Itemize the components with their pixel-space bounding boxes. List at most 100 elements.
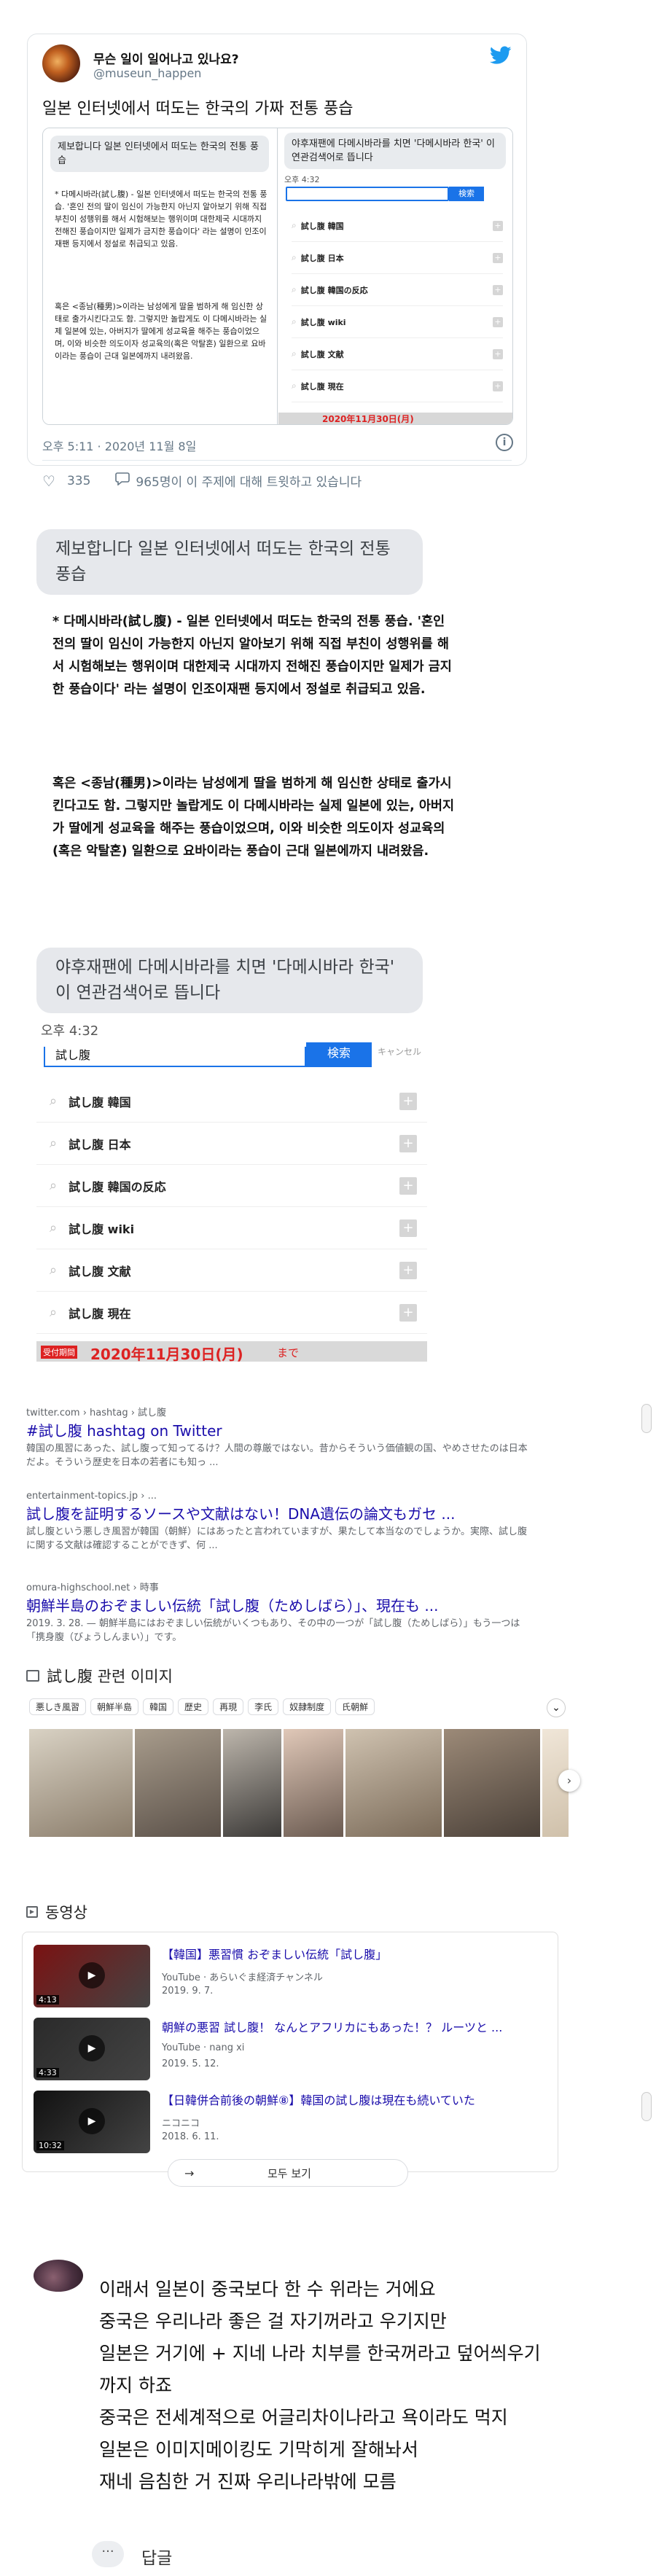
image-strip[interactable]	[29, 1729, 569, 1837]
image-chip[interactable]: 氏朝鮮	[335, 1698, 375, 1715]
talking-count[interactable]: 965명이 이 주제에 대해 트윗하고 있습니다	[136, 472, 362, 490]
media-suggest-list: ⌕ 試し腹 韓国 + ⌕ 試し腹 日本 + ⌕ 試し腹 韓国の反応 + ⌕ 試し腹 wiki + ⌕ 試し…	[292, 210, 503, 402]
twitter-bird-icon[interactable]	[490, 46, 512, 70]
deadline-banner: 受付期間 2020年11月30日(月) まで	[36, 1341, 427, 1362]
media-suggest-item: ⌕ 試し腹 wiki +	[292, 306, 503, 338]
suggest-label: 試し腹 現在	[69, 1306, 131, 1321]
play-icon[interactable]: ▶	[79, 1962, 105, 1988]
plus-icon: +	[493, 348, 503, 359]
tweet-media[interactable]: 제보합니다 일본 인터넷에서 떠도는 한국의 전통 풍습 * 다메시바라(試し腹…	[42, 128, 513, 425]
tweet-timestamp[interactable]: 오후 5:11 · 2020년 11월 8일	[42, 437, 196, 454]
video-thumbnail[interactable]: ▶ 4:33	[34, 2018, 150, 2080]
info-icon[interactable]: i	[496, 434, 513, 451]
suggest-item: ⌕ 試し腹 日本 +	[36, 1123, 427, 1165]
heart-icon[interactable]: ♡	[42, 472, 55, 490]
image-chip[interactable]: 李氏	[248, 1698, 279, 1715]
more-options-icon[interactable]: ···	[92, 2541, 124, 2567]
tweet-display-name[interactable]: 무슨 일이 일어나고 있나요?	[93, 49, 239, 67]
plus-icon: +	[493, 284, 503, 295]
media-suggest-label: 試し腹 現在	[300, 381, 344, 391]
result-title[interactable]: 朝鮮半島のおぞましい伝統「試し腹（ためしばら）」、現在も ...	[26, 1595, 566, 1617]
media-suggest-label: 試し腹 wiki	[300, 317, 346, 327]
video-channel: YouTube · あらいぐま経済チャンネル	[162, 1972, 323, 1983]
plus-icon: +	[493, 252, 503, 263]
tweet-actions: ♡ 335 965명이 이 주제에 대해 트윗하고 있습니다	[42, 472, 362, 491]
avatar[interactable]	[42, 44, 80, 82]
video-date: 2019. 9. 7.	[162, 1986, 214, 1997]
video-title[interactable]: 【韓国】悪習慣 おぞましい伝統「試し腹」	[162, 1945, 541, 1962]
chevron-down-icon[interactable]: ⌄	[547, 1698, 566, 1717]
magnifier-icon: ⌕	[50, 1220, 58, 1236]
result-breadcrumb[interactable]: entertainment-topics.jp › ...	[26, 1490, 566, 1503]
commenter-avatar[interactable]	[34, 2260, 83, 2292]
play-icon[interactable]: ▶	[79, 2108, 105, 2134]
media-right-banner: 2020年11月30日(月)	[278, 413, 512, 424]
image-chip[interactable]: 奴隷制度	[283, 1698, 332, 1715]
scrollbar-thumb[interactable]	[641, 1404, 652, 1433]
plus-icon: +	[493, 220, 503, 231]
plus-icon: +	[399, 1303, 417, 1322]
image-thumbnail[interactable]	[135, 1729, 221, 1837]
image-thumbnail[interactable]	[223, 1729, 281, 1837]
see-all-button[interactable]: → 모두 보기	[168, 2159, 408, 2187]
play-icon[interactable]: ▶	[79, 2035, 105, 2061]
magnifier-icon: ⌕	[292, 348, 297, 359]
video-title[interactable]: 【日韓併合前後の朝鮮⑧】韓国の試し腹は現在も続いていた	[162, 2091, 541, 2108]
tweet-handle[interactable]: @museun_happen	[93, 66, 201, 80]
video-title[interactable]: 朝鮮の悪習 試し腹！ なんとアフリカにもあった！？ ルーツと ...	[162, 2018, 541, 2035]
like-count[interactable]: 335	[67, 474, 90, 488]
image-chip[interactable]: 再現	[213, 1698, 244, 1715]
search-result[interactable]: twitter.com › hashtag › 試し腹 #試し腹 hashtag …	[26, 1407, 566, 1470]
result-title[interactable]: 試し腹を証明するソースや文献はない！DNA遺伝の論文もガセ ...	[26, 1503, 566, 1525]
video-item[interactable]: ▶ 4:13 【韓国】悪習慣 おぞましい伝統「試し腹」 YouTube · あらいぐま…	[34, 1945, 544, 2010]
video-duration: 4:13	[36, 1995, 59, 2005]
comment-line: 일본은 이미지메이킹도 기막히게 잘해놔서	[99, 2439, 418, 2460]
result-snippet: 2019. 3. 28. — 朝鮮半島にはおぞましい伝統がいくつもあり、その中の…	[26, 1618, 520, 1643]
scrollbar-thumb-2[interactable]	[641, 2092, 652, 2121]
video-item[interactable]: ▶ 4:33 朝鮮の悪習 試し腹！ なんとアフリカにもあった！？ ルーツと ... Y…	[34, 2018, 544, 2083]
plus-icon: +	[493, 380, 503, 391]
banner-date: 2020年11月30日(月)	[90, 1346, 243, 1362]
media-suggest-item: ⌕ 試し腹 韓国の反応 +	[292, 274, 503, 306]
see-all-label: 모두 보기	[268, 2166, 311, 2180]
result-breadcrumb[interactable]: omura-highschool.net › 時事	[26, 1582, 566, 1595]
magnifier-icon: ⌕	[50, 1305, 58, 1320]
image-chip[interactable]: 悪しき風習	[29, 1698, 87, 1715]
comment-icon[interactable]	[115, 472, 130, 489]
image-thumbnail[interactable]	[284, 1729, 343, 1837]
video-thumbnail[interactable]: ▶ 4:13	[34, 1945, 150, 2007]
tweet-card[interactable]: 무슨 일이 일어나고 있나요? @museun_happen 일본 인터넷에서 …	[27, 34, 527, 490]
image-chip[interactable]: 韓国	[143, 1698, 174, 1715]
image-thumbnail[interactable]	[29, 1729, 133, 1837]
result-snippet: 試し腹という悪しき風習が韓国（朝鮮）にはあったと言われていますが、果たして本当な…	[26, 1526, 528, 1551]
suggest-item: ⌕ 試し腹 韓国 +	[36, 1080, 427, 1123]
chevron-right-icon[interactable]: ›	[558, 1770, 580, 1792]
post-time: 오후 4:32	[41, 1023, 99, 1039]
image-chip[interactable]: 朝鮮半島	[90, 1698, 139, 1715]
video-date: 2019. 5. 12.	[162, 2058, 219, 2069]
suggest-label: 試し腹 日本	[69, 1137, 131, 1152]
images-heading[interactable]: 試し腹 관련 이미지	[26, 1665, 173, 1687]
videos-heading[interactable]: ▶ 동영상	[26, 1901, 87, 1923]
media-right-bubble: 야후재팬에 다메시바라를 치면 '다메시바라 한국' 이 연관검색어로 뜹니다	[284, 133, 506, 169]
image-thumbnail[interactable]	[444, 1729, 540, 1837]
media-search-button: 検索	[449, 187, 484, 201]
image-thumbnail[interactable]	[345, 1729, 442, 1837]
plus-icon: +	[399, 1176, 417, 1195]
search-result[interactable]: omura-highschool.net › 時事 朝鮮半島のおぞましい伝統「試し…	[26, 1582, 566, 1644]
result-title[interactable]: #試し腹 hashtag on Twitter	[26, 1420, 566, 1442]
result-snippet: 韓国の風習にあった、試し腹って知ってるけ？人間の尊厳ではない。昔からそういう価値…	[26, 1443, 528, 1468]
image-chip[interactable]: 歴史	[178, 1698, 209, 1715]
video-thumbnail[interactable]: ▶ 10:32	[34, 2091, 150, 2153]
result-breadcrumb[interactable]: twitter.com › hashtag › 試し腹	[26, 1407, 566, 1420]
suggest-label: 試し腹 文献	[69, 1264, 131, 1279]
search-result[interactable]: entertainment-topics.jp › ... 試し腹を証明するソース…	[26, 1490, 566, 1553]
video-date: 2018. 6. 11.	[162, 2131, 219, 2142]
suggest-item: ⌕ 試し腹 韓国の反応 +	[36, 1165, 427, 1207]
video-item[interactable]: ▶ 10:32 【日韓併合前後の朝鮮⑧】韓国の試し腹は現在も続いていた ニコニコ 201…	[34, 2091, 544, 2156]
reply-button[interactable]: 답글	[141, 2544, 172, 2569]
magnifier-icon: ⌕	[292, 284, 297, 294]
plus-icon: +	[399, 1092, 417, 1110]
media-right-panel: 야후재팬에 다메시바라를 치면 '다메시바라 한국' 이 연관검색어로 뜹니다 …	[278, 128, 512, 424]
media-suggest-label: 試し腹 韓国	[300, 221, 344, 231]
